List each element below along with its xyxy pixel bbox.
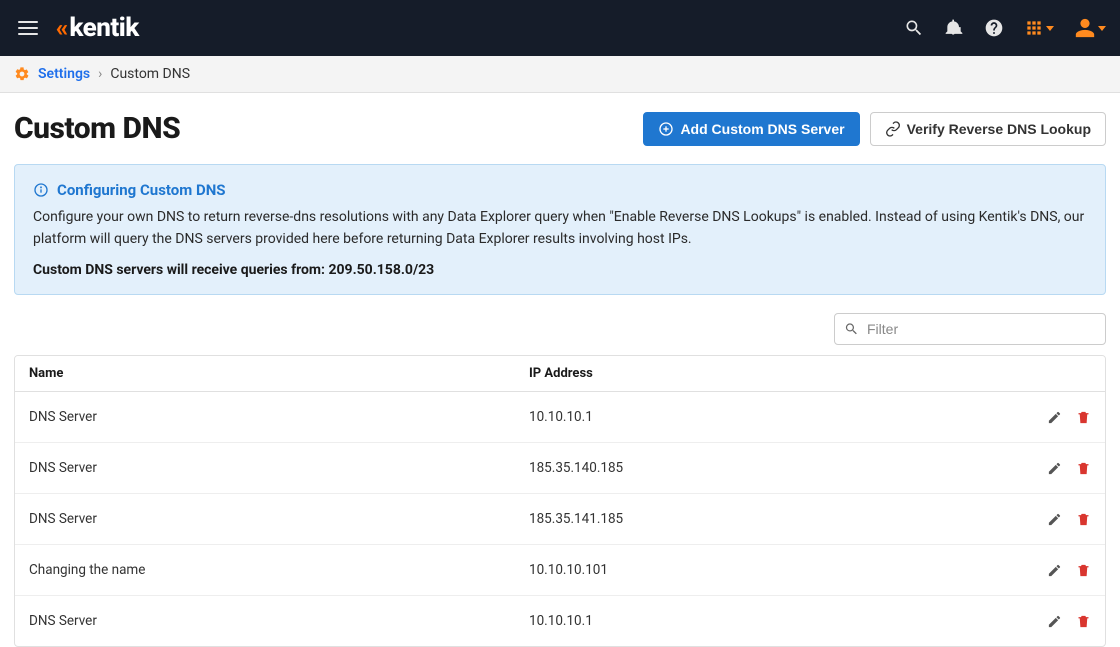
callout-note-value: 209.50.158.0/23 — [328, 262, 434, 278]
page-header: Custom DNS Add Custom DNS Server Verify … — [14, 111, 1106, 146]
trash-icon[interactable] — [1076, 512, 1091, 527]
trash-icon[interactable] — [1076, 563, 1091, 578]
edit-icon[interactable] — [1047, 614, 1062, 629]
edit-icon[interactable] — [1047, 563, 1062, 578]
search-icon — [844, 322, 859, 337]
cell-name: DNS Server — [29, 409, 529, 425]
help-icon[interactable] — [984, 18, 1004, 38]
edit-icon[interactable] — [1047, 461, 1062, 476]
brand-logo[interactable]: « kentik — [56, 13, 139, 43]
column-header-actions — [1021, 366, 1091, 381]
breadcrumb-current: Custom DNS — [110, 66, 190, 82]
plus-circle-icon — [658, 121, 674, 137]
column-header-name[interactable]: Name — [29, 366, 529, 381]
filter-input[interactable] — [834, 313, 1106, 345]
breadcrumb: Settings › Custom DNS — [0, 56, 1120, 93]
add-button-label: Add Custom DNS Server — [680, 121, 844, 137]
cell-name: DNS Server — [29, 511, 529, 527]
header-actions: Add Custom DNS Server Verify Reverse DNS… — [643, 112, 1106, 146]
table-row: DNS Server 185.35.140.185 — [15, 443, 1105, 494]
cell-ip: 10.10.10.101 — [529, 562, 1021, 578]
megaphone-icon[interactable] — [944, 18, 964, 38]
edit-icon[interactable] — [1047, 512, 1062, 527]
callout-title: Configuring Custom DNS — [57, 181, 226, 199]
trash-icon[interactable] — [1076, 614, 1091, 629]
chevron-down-icon — [1098, 26, 1106, 31]
brand-name: kentik — [69, 13, 138, 43]
topbar: « kentik — [0, 0, 1120, 56]
callout-header: Configuring Custom DNS — [33, 181, 1087, 199]
link-icon — [885, 121, 901, 137]
cell-ip: 10.10.10.1 — [529, 409, 1021, 425]
info-callout: Configuring Custom DNS Configure your ow… — [14, 164, 1106, 295]
logo-mark-icon: « — [56, 14, 65, 42]
filter-wrap — [834, 313, 1106, 345]
topbar-right — [904, 17, 1106, 39]
page-title: Custom DNS — [14, 111, 180, 146]
table-row: DNS Server 10.10.10.1 — [15, 596, 1105, 646]
cell-name: Changing the name — [29, 562, 529, 578]
menu-toggle[interactable] — [14, 17, 42, 39]
user-menu[interactable] — [1074, 17, 1106, 39]
apps-icon[interactable] — [1024, 18, 1054, 38]
table-row: Changing the name 10.10.10.101 — [15, 545, 1105, 596]
edit-icon[interactable] — [1047, 410, 1062, 425]
breadcrumb-root-link[interactable]: Settings — [38, 66, 90, 82]
chevron-down-icon — [1046, 26, 1054, 31]
verify-button-label: Verify Reverse DNS Lookup — [907, 121, 1091, 137]
callout-note: Custom DNS servers will receive queries … — [33, 262, 1087, 278]
table-row: DNS Server 185.35.141.185 — [15, 494, 1105, 545]
search-icon[interactable] — [904, 18, 924, 38]
trash-icon[interactable] — [1076, 410, 1091, 425]
table-row: DNS Server 10.10.10.1 — [15, 392, 1105, 443]
topbar-left: « kentik — [14, 13, 139, 43]
cell-ip: 10.10.10.1 — [529, 613, 1021, 629]
info-icon — [33, 182, 49, 198]
cell-name: DNS Server — [29, 613, 529, 629]
dns-table: Name IP Address DNS Server 10.10.10.1 DN… — [14, 355, 1106, 647]
add-custom-dns-button[interactable]: Add Custom DNS Server — [643, 112, 859, 146]
callout-body: Configure your own DNS to return reverse… — [33, 207, 1087, 250]
gear-icon — [14, 66, 30, 82]
verify-reverse-dns-button[interactable]: Verify Reverse DNS Lookup — [870, 112, 1106, 146]
breadcrumb-separator: › — [98, 66, 102, 82]
table-header: Name IP Address — [15, 356, 1105, 392]
main-content: Custom DNS Add Custom DNS Server Verify … — [0, 93, 1120, 647]
callout-note-label: Custom DNS servers will receive queries … — [33, 262, 328, 278]
cell-ip: 185.35.141.185 — [529, 511, 1021, 527]
cell-name: DNS Server — [29, 460, 529, 476]
filter-row — [14, 313, 1106, 345]
trash-icon[interactable] — [1076, 461, 1091, 476]
column-header-ip[interactable]: IP Address — [529, 366, 1021, 381]
cell-ip: 185.35.140.185 — [529, 460, 1021, 476]
